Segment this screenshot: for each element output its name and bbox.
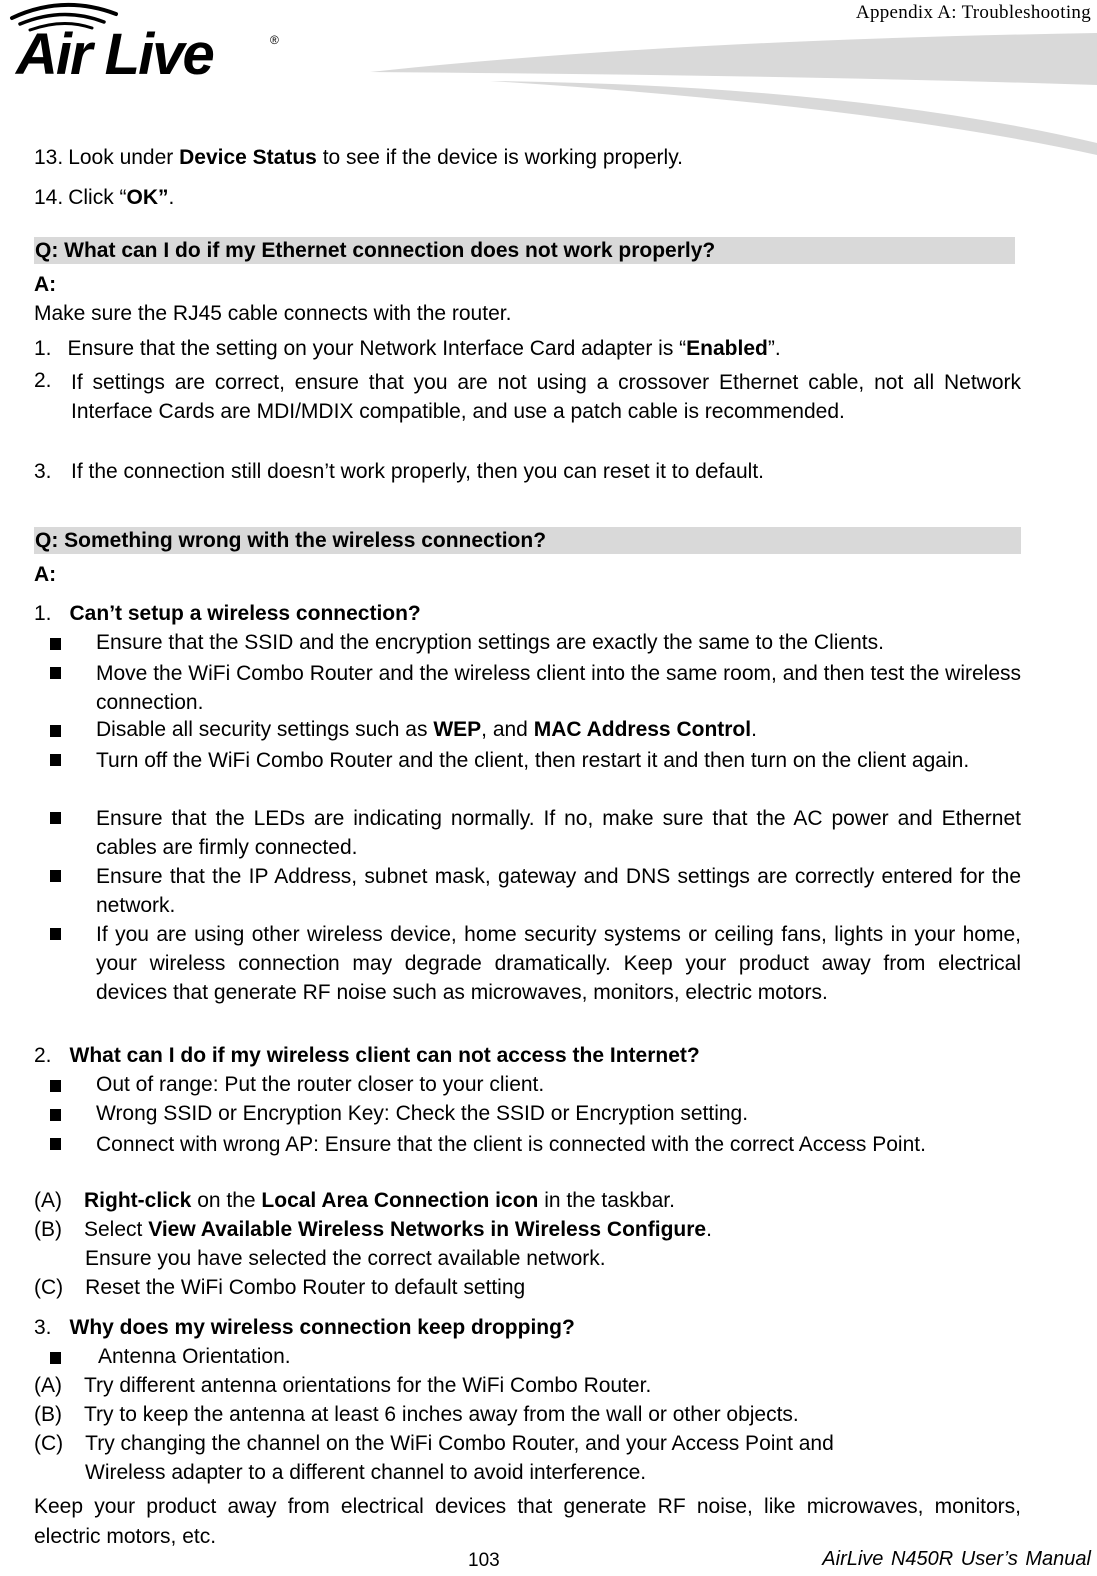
bullet-icon [50,667,61,679]
page-number: 103 [468,1550,500,1571]
q1-question: Q: What can I do if my Ethernet connecti… [34,237,1015,264]
sub3-heading: 3. Why does my wireless connection keep d… [34,1316,575,1339]
sub2-bullet-3: Connect with wrong AP: Ensure that the c… [96,1133,926,1156]
bullet-icon [50,870,61,882]
sub1-bullet-3: Disable all security settings such as WE… [96,718,757,741]
section-header: Appendix A: Troubleshooting [855,2,1091,23]
bullet-icon [50,1138,61,1150]
bullet-icon [50,638,61,650]
q1-item-2: If settings are correct, ensure that you… [71,371,1021,423]
header-swoosh [370,33,1097,155]
sub1-bullet-5: Ensure that the LEDs are indicating norm… [96,807,1021,859]
bullet-icon [50,812,61,824]
q2-question: Q: Something wrong with the wireless con… [34,527,1021,554]
q1-item-2-num: 2. [34,369,52,392]
bullet-icon [50,754,61,766]
q1-item-1: 1. Ensure that the setting on your Networ… [34,337,781,360]
manual-title: AirLive N450R User’s Manual [822,1548,1091,1570]
sub2-bullet-1: Out of range: Put the router closer to y… [96,1073,545,1096]
bullet-icon [50,1352,61,1364]
bullet-icon [50,725,61,737]
sub1-heading: 1. Can’t setup a wireless connection? [34,602,421,625]
sub1-bullet-1: Ensure that the SSID and the encryption … [96,631,884,654]
bullet-icon [50,1109,61,1121]
sub1-bullet-4: Turn off the WiFi Combo Router and the c… [96,749,970,772]
q1-item-3-num: 3. [34,460,52,483]
step-13: 13. Look under Device Status to see if th… [34,146,683,169]
sub3-step-a: (A) Try different antenna orientations fo… [34,1374,652,1397]
sub1-bullet-2: Move the WiFi Combo Router and the wirel… [96,662,1021,714]
sub2-bullet-2: Wrong SSID or Encryption Key: Check the … [96,1102,749,1125]
sub3-step-b: (B) Try to keep the antenna at least 6 in… [34,1403,799,1426]
sub2-step-c: (C) Reset the WiFi Combo Router to defaul… [34,1276,526,1299]
q1-item-3: If the connection still doesn’t work pro… [71,460,764,483]
sub2-step-b-cont: Ensure you have selected the correct ava… [85,1247,606,1270]
closing-note: Keep your product away from electrical d… [34,1495,1021,1548]
bullet-icon [50,928,61,940]
sub2-step-a: (A) Right-click on the Local Area Connect… [34,1189,675,1212]
sub3-step-c: (C) Try changing the channel on the WiFi … [34,1432,834,1455]
sub3-bullet-1: Antenna Orientation. [98,1345,291,1368]
q2-answer-label: A: [34,563,57,586]
svg-text:Air Live: Air Live [14,22,213,85]
airlive-logo: Air Live ® [10,2,279,85]
sub2-step-b: (B) Select View Available Wireless Networ… [34,1218,712,1241]
q1-intro: Make sure the RJ45 cable connects with t… [34,302,512,325]
step-14: 14. Click “OK”. [34,186,175,209]
q1-answer-label: A: [34,273,57,296]
sub1-bullet-7: If you are using other wireless device, … [96,923,1021,1004]
sub3-step-c-cont: Wireless adapter to a different channel … [85,1461,647,1484]
svg-text:®: ® [270,33,279,47]
bullet-icon [50,1080,61,1092]
sub2-heading: 2. What can I do if my wireless client ca… [34,1044,700,1067]
sub1-bullet-6: Ensure that the IP Address, subnet mask,… [96,865,1021,917]
